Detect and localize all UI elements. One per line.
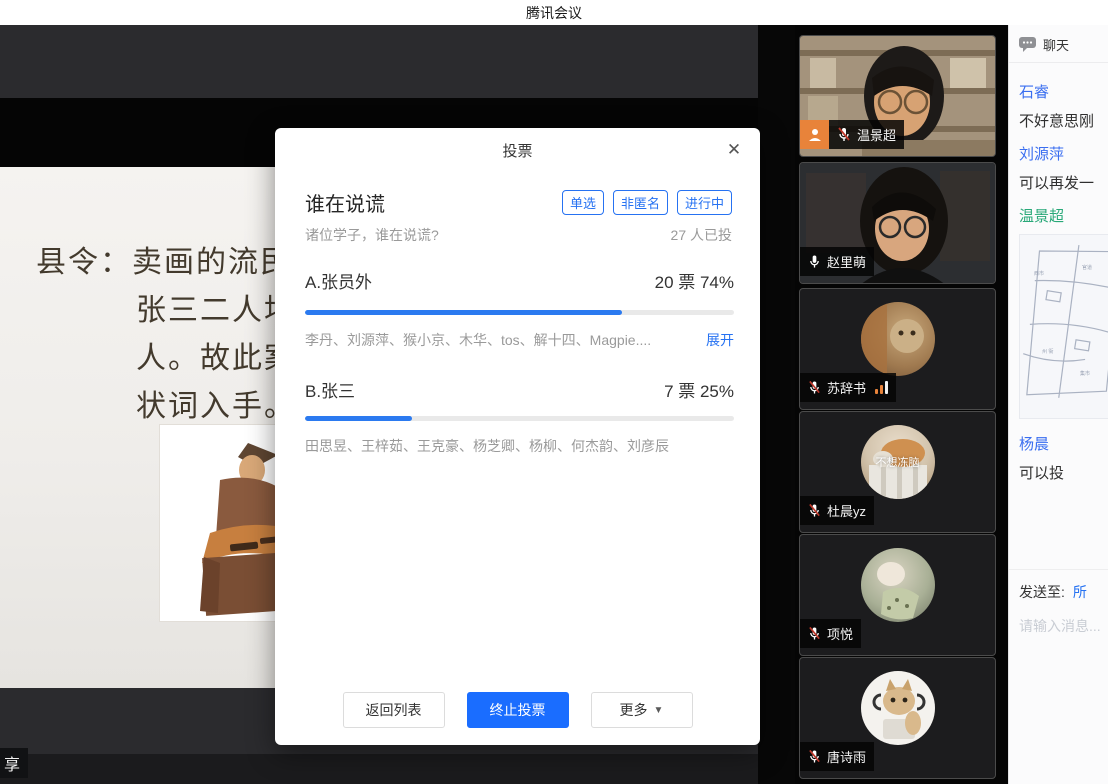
- svg-text:官道: 官道: [1082, 264, 1092, 271]
- option-b-label: B.张三: [305, 377, 664, 402]
- send-to-label: 发送至:: [1019, 582, 1065, 602]
- avatar: [861, 671, 935, 745]
- mic-on-icon: [808, 254, 821, 269]
- poll-description: 诸位学子，谁在说谎?: [305, 225, 671, 245]
- slide-letterbox-bottom: [0, 754, 758, 784]
- avatar: [861, 548, 935, 622]
- stop-poll-button[interactable]: 终止投票: [467, 692, 569, 728]
- mic-off-icon: [808, 503, 821, 518]
- host-badge: [800, 120, 829, 149]
- video-tile[interactable]: 唐诗雨: [799, 657, 996, 779]
- poll-dialog: 投票 ✕ 谁在说谎 单选 非匿名 进行中 诸位学子，谁在说谎? 27 人已投 A…: [275, 128, 760, 745]
- avatar: 不想冻脑: [861, 425, 935, 499]
- video-tile[interactable]: 苏辞书: [799, 288, 996, 410]
- svg-text:州 衙: 州 衙: [1042, 348, 1053, 355]
- map-sketch: 西市 官道 州 衙集市: [1020, 235, 1108, 419]
- chat-sender: 刘源萍: [1019, 143, 1108, 164]
- chat-panel: 聊天 石睿 不好意思刚 刘源萍 可以再发一 温景超: [1008, 25, 1108, 784]
- option-a-label: A.张员外: [305, 268, 655, 293]
- screen-share-indicator[interactable]: 享: [0, 748, 28, 778]
- chat-sender: 杨晨: [1019, 433, 1108, 454]
- option-b-progress: [305, 416, 734, 421]
- chat-messages: 石睿 不好意思刚 刘源萍 可以再发一 温景超 西: [1009, 63, 1108, 483]
- chat-header: 聊天: [1009, 25, 1108, 63]
- option-a-progress: [305, 310, 734, 315]
- chat-input[interactable]: 请输入消息...: [1019, 616, 1108, 636]
- back-to-list-button[interactable]: 返回列表: [343, 692, 445, 728]
- mic-off-icon: [808, 626, 821, 641]
- send-to-selector[interactable]: 所: [1073, 582, 1087, 602]
- chat-message: 可以投: [1019, 462, 1108, 483]
- participant-name: 赵里萌: [827, 252, 866, 271]
- option-a-voters: 李丹、刘源萍、猴小京、木华、tos、解十四、Magpie....: [305, 330, 696, 350]
- participant-name: 杜晨yz: [827, 501, 866, 520]
- mic-off-icon: [808, 749, 821, 764]
- participant-name: 唐诗雨: [827, 747, 866, 766]
- chat-title: 聊天: [1043, 35, 1069, 54]
- chat-message: 不好意思刚: [1019, 110, 1108, 131]
- option-b-voters: 田思昱、王梓茹、王克豪、杨芝卿、杨柳、何杰韵、刘彦辰: [305, 436, 734, 456]
- badge-single-choice: 单选: [562, 190, 604, 215]
- chat-sender: 石睿: [1019, 81, 1108, 102]
- option-b-votes: 7 票 25%: [664, 377, 734, 402]
- video-tile[interactable]: 项悦: [799, 534, 996, 656]
- participant-name: 温景超: [857, 125, 896, 144]
- badge-not-anonymous: 非匿名: [613, 190, 668, 215]
- avatar: [861, 302, 935, 376]
- share-right-gutter: [758, 25, 795, 784]
- poll-total-voted: 27 人已投: [671, 225, 732, 245]
- cat-photo: [861, 548, 935, 622]
- participant-name: 项悦: [827, 624, 853, 643]
- svg-text:集市: 集市: [1080, 370, 1090, 377]
- window-title: 腾讯会议: [526, 3, 582, 23]
- chat-message: 可以再发一: [1019, 172, 1108, 193]
- chat-sender: 温景超: [1019, 205, 1108, 226]
- meeting-window: 腾讯会议 县令：卖画的流民现 张三二人均将 人。故此案缺 状词入手。: [0, 0, 1108, 784]
- person-icon: [807, 127, 823, 143]
- chat-image-attachment[interactable]: 西市 官道 州 衙集市: [1019, 234, 1108, 419]
- option-a-votes: 20 票 74%: [655, 268, 734, 293]
- chevron-down-icon: ▼: [654, 705, 664, 716]
- network-signal-icon: [875, 381, 888, 394]
- avatar-overlay-text: 不想冻脑: [876, 454, 920, 470]
- poll-badges: 单选 非匿名 进行中: [562, 190, 732, 215]
- poll-dialog-title: 投票: [275, 140, 760, 161]
- mic-off-icon: [808, 380, 821, 395]
- participant-name: 苏辞书: [827, 378, 866, 397]
- badge-in-progress: 进行中: [677, 190, 732, 215]
- window-titlebar: 腾讯会议: [0, 0, 1108, 25]
- more-button[interactable]: 更多 ▼: [591, 692, 693, 728]
- svg-text:西市: 西市: [1034, 270, 1044, 277]
- video-strip: 温景超: [795, 25, 1008, 784]
- expand-link[interactable]: 展开: [706, 330, 734, 350]
- chat-footer: 发送至: 所 请输入消息...: [1009, 569, 1108, 636]
- cat-photo: [861, 671, 935, 745]
- video-tile[interactable]: 赵里萌: [799, 162, 996, 284]
- cat-photo: [861, 302, 935, 376]
- video-tile[interactable]: 温景超: [799, 35, 996, 157]
- chat-bubble-icon: [1019, 37, 1036, 52]
- video-tile[interactable]: 不想冻脑 杜晨yz: [799, 411, 996, 533]
- close-icon[interactable]: ✕: [722, 138, 746, 162]
- poll-question: 谁在说谎: [305, 188, 562, 217]
- mic-off-icon: [837, 127, 851, 142]
